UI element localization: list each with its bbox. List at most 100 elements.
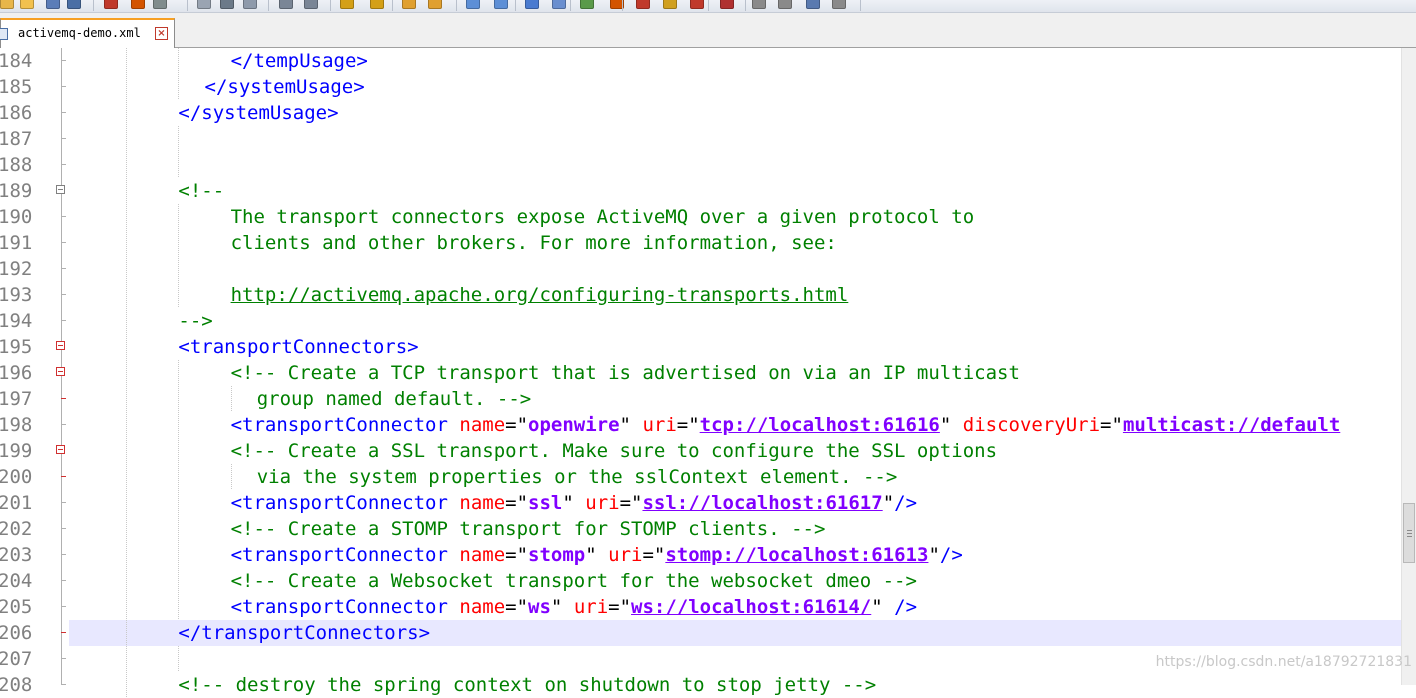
line-number: 194	[0, 310, 33, 332]
word-wrap-icon[interactable]	[525, 0, 539, 9]
code-text: </systemUsage>	[205, 74, 365, 100]
code-line[interactable]: 186 </systemUsage>	[0, 100, 1400, 126]
code-text: <!-- Create a Websocket transport for th…	[231, 568, 917, 594]
show-all-chars-icon[interactable]	[552, 0, 566, 9]
zoom-out-icon[interactable]	[428, 0, 442, 9]
code-token: <transportConnector	[230, 596, 460, 618]
code-line[interactable]: 204 <!-- Create a Websocket transport for…	[0, 568, 1400, 594]
folder-icon[interactable]	[690, 0, 704, 9]
code-line[interactable]: 193 http://activemq.apache.org/configurin…	[0, 282, 1400, 308]
code-token: <!-- Create a Websocket transport for th…	[230, 570, 917, 592]
code-token: <!-- Create a SSL transport. Make sure t…	[230, 440, 998, 462]
vertical-scrollbar[interactable]	[1401, 48, 1416, 685]
code-line[interactable]: 188	[0, 152, 1400, 178]
sync-v-icon[interactable]	[466, 0, 480, 9]
fold-toggle-icon[interactable]	[56, 341, 65, 350]
code-token: ="	[505, 492, 529, 514]
code-text: <!-- destroy the spring context on shutd…	[178, 672, 876, 698]
code-line[interactable]: 185 </systemUsage>	[0, 74, 1400, 100]
tab-label: activemq-demo.xml	[18, 26, 141, 40]
code-token: </transportConnectors>	[178, 622, 431, 644]
fold-toggle-icon[interactable]	[56, 185, 65, 194]
code-token: ws://localhost:61614/	[631, 596, 872, 618]
close-all-icon[interactable]	[131, 0, 145, 9]
scrollbar-grip	[1407, 533, 1412, 534]
code-token: stomp	[528, 544, 586, 566]
paste-icon[interactable]	[243, 0, 257, 9]
undo-icon[interactable]	[279, 0, 293, 9]
toolbar-separator	[268, 0, 269, 11]
code-line[interactable]: 200 via the system properties or the sslC…	[0, 464, 1400, 490]
save-all-icon[interactable]	[67, 0, 81, 9]
play-macro-icon[interactable]	[778, 0, 792, 9]
scrollbar-thumb[interactable]	[1403, 503, 1415, 563]
code-token: multicast://default	[1122, 414, 1341, 436]
close-icon[interactable]: ×	[155, 27, 168, 40]
indent-guide	[126, 672, 128, 698]
code-text: group named default. -->	[257, 386, 532, 412]
code-line[interactable]: 184 </tempUsage>	[0, 48, 1400, 74]
line-number: 191	[0, 232, 33, 254]
code-line[interactable]: 199 <!-- Create a SSL transport. Make sur…	[0, 438, 1400, 464]
indent-guide	[126, 568, 128, 594]
code-token: "	[562, 492, 586, 514]
save-icon[interactable]	[46, 0, 60, 9]
tab-activemq-demo[interactable]: activemq-demo.xml ×	[0, 18, 175, 48]
function-list-icon[interactable]	[663, 0, 677, 9]
code-line[interactable]: 198 <transportConnector name="openwire" u…	[0, 412, 1400, 438]
indent-guide	[126, 178, 128, 204]
indent-guide	[178, 126, 180, 152]
code-token: ="	[608, 596, 632, 618]
code-line[interactable]: 202 <!-- Create a STOMP transport for STO…	[0, 516, 1400, 542]
redo-icon[interactable]	[304, 0, 318, 9]
code-line[interactable]: 189 <!--	[0, 178, 1400, 204]
doc-map-icon[interactable]	[636, 0, 650, 9]
code-line[interactable]: 192	[0, 256, 1400, 282]
code-line[interactable]: 191 clients and other brokers. For more i…	[0, 230, 1400, 256]
run-macro-icon[interactable]	[806, 0, 820, 9]
code-line[interactable]: 194 -->	[0, 308, 1400, 334]
line-number: 206	[0, 622, 33, 644]
code-line[interactable]: 197 group named default. -->	[0, 386, 1400, 412]
code-text: </transportConnectors>	[178, 620, 430, 646]
code-token: uri	[585, 492, 620, 514]
indent-guide	[178, 230, 180, 256]
new-file-icon[interactable]	[0, 0, 14, 9]
code-line[interactable]: 206 </transportConnectors>	[0, 620, 1400, 646]
line-number: 187	[0, 128, 33, 150]
code-token: ="	[505, 544, 529, 566]
code-editor[interactable]: 184 </tempUsage> 185 </systemUsage> 186 </sys…	[0, 48, 1416, 698]
code-line[interactable]: 187	[0, 126, 1400, 152]
code-line[interactable]: 190 The transport connectors expose Activ…	[0, 204, 1400, 230]
print-icon[interactable]	[153, 0, 167, 9]
code-token: tcp://localhost:61616	[699, 414, 940, 436]
indent-guide	[126, 204, 128, 230]
indent-guide-icon[interactable]	[580, 0, 594, 9]
zoom-in-icon[interactable]	[402, 0, 416, 9]
code-line[interactable]: 196 <!-- Create a TCP transport that is a…	[0, 360, 1400, 386]
code-token: />	[939, 544, 963, 566]
code-line[interactable]: 195 <transportConnectors>	[0, 334, 1400, 360]
code-line[interactable]: 203 <transportConnector name="stomp" uri=…	[0, 542, 1400, 568]
code-line[interactable]: 205 <transportConnector name="ws" uri="ws…	[0, 594, 1400, 620]
sync-h-icon[interactable]	[494, 0, 508, 9]
code-line[interactable]: 208 <!-- destroy the spring context on sh…	[0, 672, 1400, 698]
replace-icon[interactable]	[370, 0, 384, 9]
code-token: "	[619, 414, 643, 436]
code-token: The transport connectors expose ActiveMQ…	[230, 206, 975, 228]
stop-record-icon[interactable]	[752, 0, 766, 9]
indent-guide	[126, 282, 128, 308]
find-icon[interactable]	[340, 0, 354, 9]
record-macro-icon[interactable]	[720, 0, 734, 9]
code-line[interactable]: 201 <transportConnector name="ssl" uri="s…	[0, 490, 1400, 516]
open-icon[interactable]	[20, 0, 34, 9]
code-token: name	[459, 544, 506, 566]
fold-toggle-icon[interactable]	[56, 367, 65, 376]
cut-icon[interactable]	[197, 0, 211, 9]
fold-toggle-icon[interactable]	[56, 445, 65, 454]
indent-guide	[126, 48, 128, 74]
fold-end-marker	[61, 632, 66, 633]
close-icon[interactable]	[104, 0, 118, 9]
save-macro-icon[interactable]	[832, 0, 846, 9]
copy-icon[interactable]	[220, 0, 234, 9]
